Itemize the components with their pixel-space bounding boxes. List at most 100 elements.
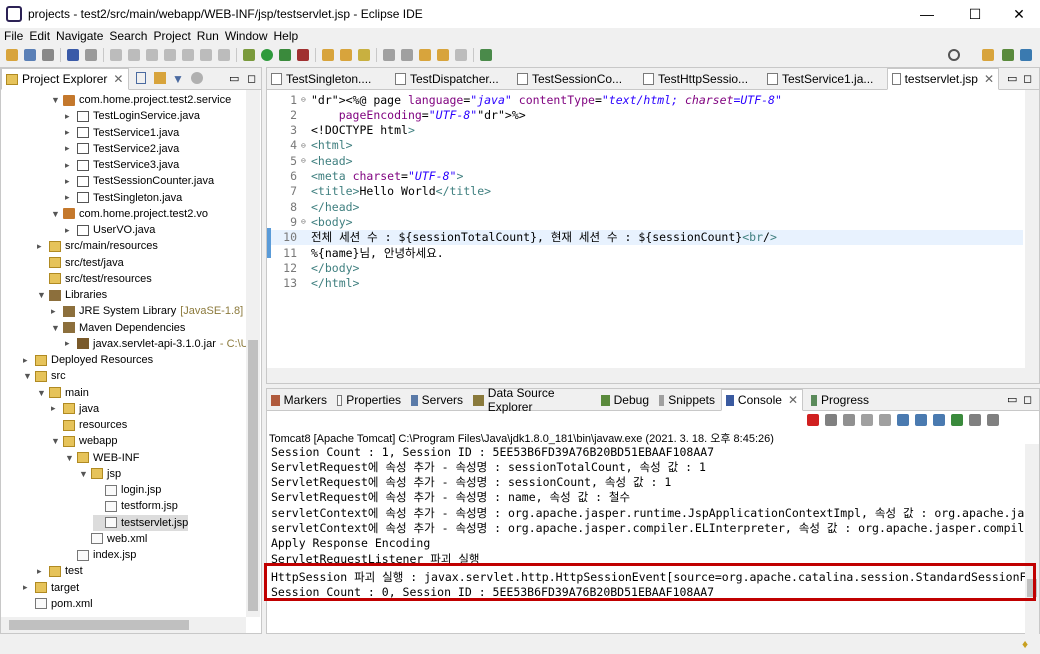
show-console-stdout-icon[interactable] bbox=[915, 414, 927, 426]
tab-progress[interactable]: Progress bbox=[807, 389, 873, 411]
new-package-icon[interactable] bbox=[340, 49, 352, 61]
new-java-project-icon[interactable] bbox=[322, 49, 334, 61]
expand-arrow-icon[interactable]: ▸ bbox=[65, 338, 75, 349]
tree-item[interactable]: ▸ javax.servlet-api-3.1.0.jar- C:\U: bbox=[65, 336, 246, 352]
tree-item[interactable]: ▸ src/main/resources bbox=[37, 238, 158, 254]
expand-arrow-icon[interactable]: ▼ bbox=[51, 209, 61, 219]
expand-arrow-icon[interactable]: ▼ bbox=[37, 388, 47, 398]
expand-arrow-icon[interactable]: ▼ bbox=[51, 95, 61, 105]
minimize-view-icon[interactable]: ▭ bbox=[229, 72, 239, 85]
tree-item[interactable]: ▸ target bbox=[23, 580, 79, 596]
menu-help[interactable]: Help bbox=[274, 29, 299, 43]
pin-console-icon[interactable] bbox=[951, 414, 963, 426]
minimize-button[interactable]: — bbox=[904, 0, 950, 28]
maximize-editor-icon[interactable]: ◻ bbox=[1023, 72, 1032, 85]
scroll-lock-icon[interactable] bbox=[879, 414, 891, 426]
tree-item[interactable]: ▼ com.home.project.test2.service bbox=[51, 92, 231, 108]
maximize-button[interactable]: ☐ bbox=[952, 0, 998, 28]
editor-tab-testservice1[interactable]: TestService1.ja... bbox=[763, 68, 887, 90]
tree-item[interactable]: ▼ src bbox=[23, 368, 66, 384]
show-console-stderr-icon[interactable] bbox=[933, 414, 945, 426]
tree-item[interactable]: ▸ UserVO.java bbox=[65, 222, 155, 238]
tree-item[interactable]: ▸ java bbox=[51, 401, 99, 417]
expand-arrow-icon[interactable]: ▸ bbox=[65, 176, 75, 187]
close-button[interactable]: ✕ bbox=[996, 0, 1040, 28]
java-perspective-icon[interactable] bbox=[1020, 49, 1032, 61]
expand-arrow-icon[interactable]: ▸ bbox=[23, 355, 33, 366]
coverage-icon[interactable] bbox=[279, 49, 291, 61]
maximize-console-icon[interactable]: ◻ bbox=[1023, 393, 1032, 406]
previous-annotation-icon[interactable] bbox=[401, 49, 413, 61]
tab-data-source-explorer[interactable]: Data Source Explorer bbox=[469, 386, 595, 414]
resume-icon[interactable] bbox=[128, 49, 140, 61]
menu-navigate[interactable]: Navigate bbox=[56, 29, 103, 43]
tree-item[interactable]: testform.jsp bbox=[93, 498, 178, 514]
tree-item[interactable]: login.jsp bbox=[93, 482, 161, 498]
expand-arrow-icon[interactable]: ▸ bbox=[37, 566, 47, 577]
menu-edit[interactable]: Edit bbox=[29, 29, 50, 43]
terminal-icon[interactable] bbox=[85, 49, 97, 61]
next-annotation-icon[interactable] bbox=[383, 49, 395, 61]
word-wrap-icon[interactable] bbox=[897, 414, 909, 426]
link-editor-icon[interactable] bbox=[154, 72, 166, 84]
remove-launch-icon[interactable] bbox=[825, 414, 837, 426]
search-icon[interactable] bbox=[948, 49, 960, 61]
expand-arrow-icon[interactable]: ▸ bbox=[51, 403, 61, 414]
menu-project[interactable]: Project bbox=[153, 29, 190, 43]
editor-tab-testdispatcher[interactable]: TestDispatcher... bbox=[391, 68, 511, 90]
tree-item[interactable]: ▸ TestSessionCounter.java bbox=[65, 173, 214, 189]
minimize-editor-icon[interactable]: ▭ bbox=[1007, 72, 1017, 85]
minimize-console-icon[interactable]: ▭ bbox=[1007, 393, 1017, 406]
tree-item[interactable]: pom.xml bbox=[23, 596, 93, 612]
fold-icon[interactable]: ⊖ bbox=[301, 95, 311, 104]
tree-item[interactable]: src/test/java bbox=[37, 255, 124, 271]
tree-item[interactable]: ▸ TestLoginService.java bbox=[65, 108, 200, 124]
menu-file[interactable]: File bbox=[4, 29, 23, 43]
new-icon[interactable] bbox=[6, 49, 18, 61]
remove-all-icon[interactable] bbox=[843, 414, 855, 426]
expand-arrow-icon[interactable]: ▼ bbox=[51, 323, 61, 333]
tree-item[interactable]: ▸ TestService3.java bbox=[65, 157, 179, 173]
skip-breakpoints-icon[interactable] bbox=[110, 49, 122, 61]
tree-item[interactable]: ▼ webapp bbox=[51, 433, 118, 449]
explorer-vertical-scrollbar[interactable] bbox=[246, 90, 260, 617]
tree-item[interactable]: ▼ WEB-INF bbox=[65, 450, 139, 466]
maximize-view-icon[interactable]: ◻ bbox=[247, 72, 256, 85]
tab-markers[interactable]: Markers bbox=[267, 389, 331, 411]
close-console-icon[interactable]: ✕ bbox=[788, 393, 798, 407]
debug-icon[interactable] bbox=[243, 49, 255, 61]
tree-item[interactable]: ▸ TestService2.java bbox=[65, 141, 179, 157]
tree-item[interactable]: src/test/resources bbox=[37, 271, 152, 287]
tree-item[interactable]: web.xml bbox=[79, 531, 147, 547]
tab-servers[interactable]: Servers bbox=[407, 389, 467, 411]
open-type-icon[interactable] bbox=[67, 49, 79, 61]
open-perspective-icon[interactable] bbox=[982, 49, 994, 61]
fold-icon[interactable]: ⊖ bbox=[301, 141, 311, 150]
expand-arrow-icon[interactable]: ▸ bbox=[51, 306, 61, 317]
editor-vertical-scrollbar[interactable] bbox=[1025, 90, 1039, 370]
display-console-icon[interactable] bbox=[969, 414, 981, 426]
menu-search[interactable]: Search bbox=[109, 29, 147, 43]
editor-tab-testsingleton[interactable]: TestSingleton.... bbox=[267, 68, 389, 90]
save-all-icon[interactable] bbox=[42, 49, 54, 61]
tree-item[interactable]: ▼ jsp bbox=[79, 466, 121, 482]
tree-item[interactable]: index.jsp bbox=[65, 547, 136, 563]
clear-console-icon[interactable] bbox=[861, 414, 873, 426]
expand-arrow-icon[interactable]: ▼ bbox=[65, 453, 75, 463]
step-over-icon[interactable] bbox=[218, 49, 230, 61]
tree-item[interactable]: ▸ JRE System Library [JavaSE-1.8] bbox=[51, 303, 243, 319]
terminate-console-icon[interactable] bbox=[807, 414, 819, 426]
filter-icon[interactable]: ▼ bbox=[172, 72, 184, 86]
editor-tab-testhttpsession[interactable]: TestHttpSessio... bbox=[639, 68, 761, 90]
menu-run[interactable]: Run bbox=[197, 29, 219, 43]
pin-editor-icon[interactable] bbox=[480, 49, 492, 61]
expand-arrow-icon[interactable]: ▼ bbox=[37, 290, 47, 300]
editor-tab-testservlet-jsp[interactable]: testservlet.jsp ✕ bbox=[887, 68, 999, 90]
expand-arrow-icon[interactable]: ▸ bbox=[37, 241, 47, 252]
notification-icon[interactable]: ♦ bbox=[1022, 637, 1028, 651]
forward-icon[interactable] bbox=[455, 49, 467, 61]
suspend-icon[interactable] bbox=[146, 49, 158, 61]
fold-icon[interactable]: ⊖ bbox=[301, 156, 311, 165]
run-icon[interactable] bbox=[261, 49, 273, 61]
terminate-icon[interactable] bbox=[164, 49, 176, 61]
